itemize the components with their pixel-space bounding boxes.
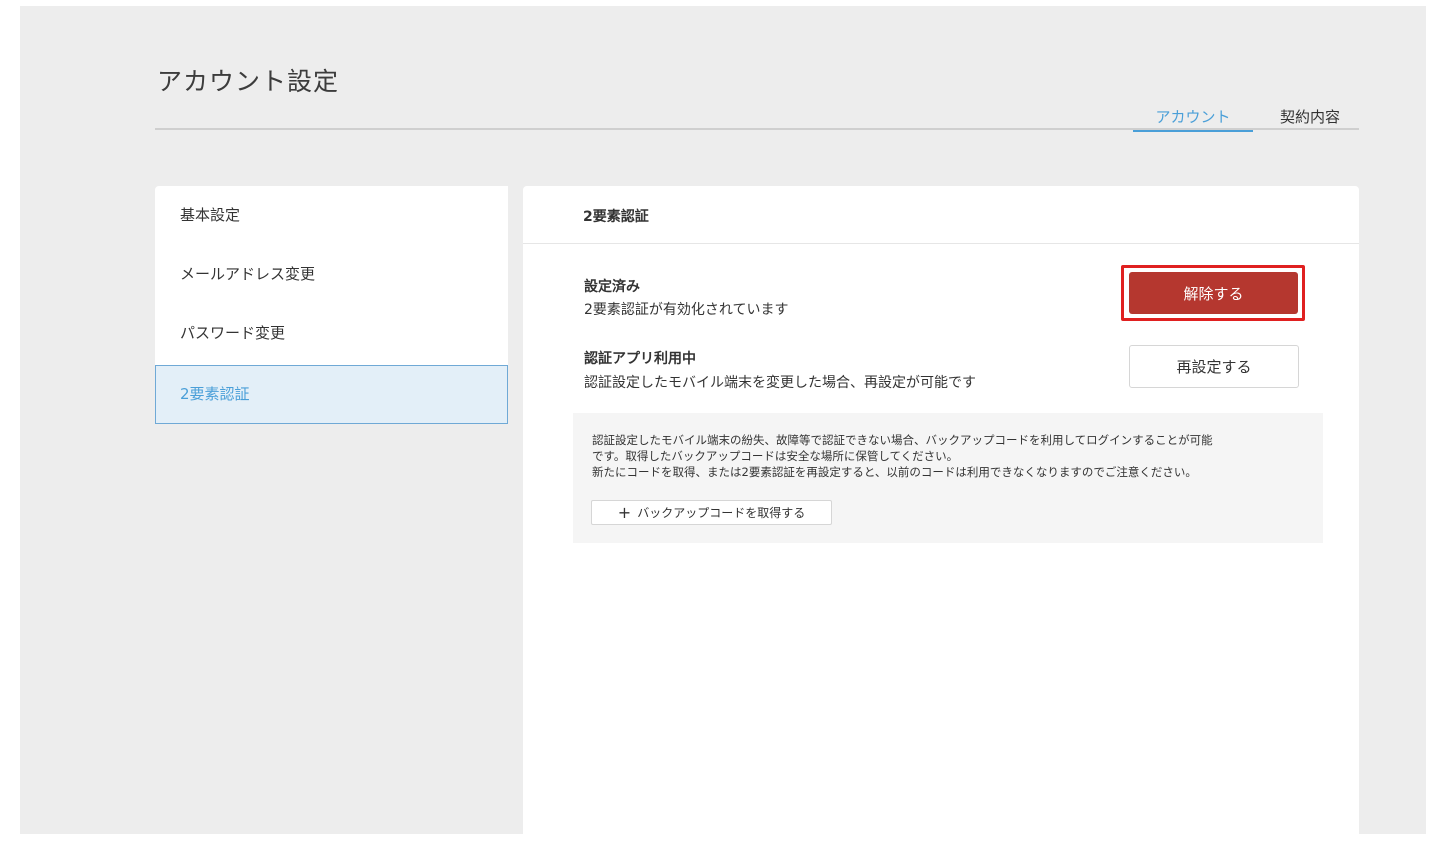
info-line-1: 認証設定したモバイル端末の紛失、故障等で認証できない場合、バックアップコードを利…: [592, 433, 1213, 447]
tab-account[interactable]: アカウント: [1133, 106, 1253, 132]
info-line-2: です。取得したバックアップコードは安全な場所に保管してください。: [592, 449, 959, 463]
app-window: アカウント設定 アカウント 契約内容 基本設定 メールアドレス変更 パスワード変…: [20, 6, 1426, 834]
two-factor-panel: 2要素認証 設定済み 2要素認証が有効化されています 解除する 認証アプリ利用中…: [523, 186, 1359, 834]
sidebar-item-password-change[interactable]: パスワード変更: [155, 304, 508, 363]
get-backup-code-button[interactable]: + バックアップコードを取得する: [591, 500, 832, 525]
sidebar: 基本設定 メールアドレス変更 パスワード変更 2要素認証: [155, 186, 508, 424]
auth-app-title: 認証アプリ利用中: [584, 351, 696, 367]
status-description: 2要素認証が有効化されています: [584, 302, 789, 318]
backup-code-info-box: 認証設定したモバイル端末の紛失、故障等で認証できない場合、バックアップコードを利…: [573, 413, 1323, 543]
panel-title: 2要素認証: [583, 209, 649, 225]
sidebar-item-email-change[interactable]: メールアドレス変更: [155, 245, 508, 304]
backup-code-info-text: 認証設定したモバイル端末の紛失、故障等で認証できない場合、バックアップコードを利…: [592, 432, 1312, 480]
sidebar-item-basic-settings[interactable]: 基本設定: [155, 186, 508, 245]
release-button[interactable]: 解除する: [1129, 272, 1298, 314]
reset-button[interactable]: 再設定する: [1129, 345, 1299, 388]
auth-app-description: 認証設定したモバイル端末を変更した場合、再設定が可能です: [584, 375, 976, 391]
sidebar-item-two-factor[interactable]: 2要素認証: [155, 365, 508, 424]
info-line-3: 新たにコードを取得、または2要素認証を再設定すると、以前のコードは利用できなくな…: [592, 465, 1197, 479]
get-backup-code-label: バックアップコードを取得する: [637, 506, 806, 520]
tab-contract[interactable]: 契約内容: [1260, 106, 1360, 130]
status-title: 設定済み: [584, 279, 640, 295]
panel-header: 2要素認証: [523, 186, 1359, 244]
plus-icon: +: [617, 502, 632, 522]
header-divider: [155, 128, 1359, 130]
page-title: アカウント設定: [157, 67, 340, 96]
